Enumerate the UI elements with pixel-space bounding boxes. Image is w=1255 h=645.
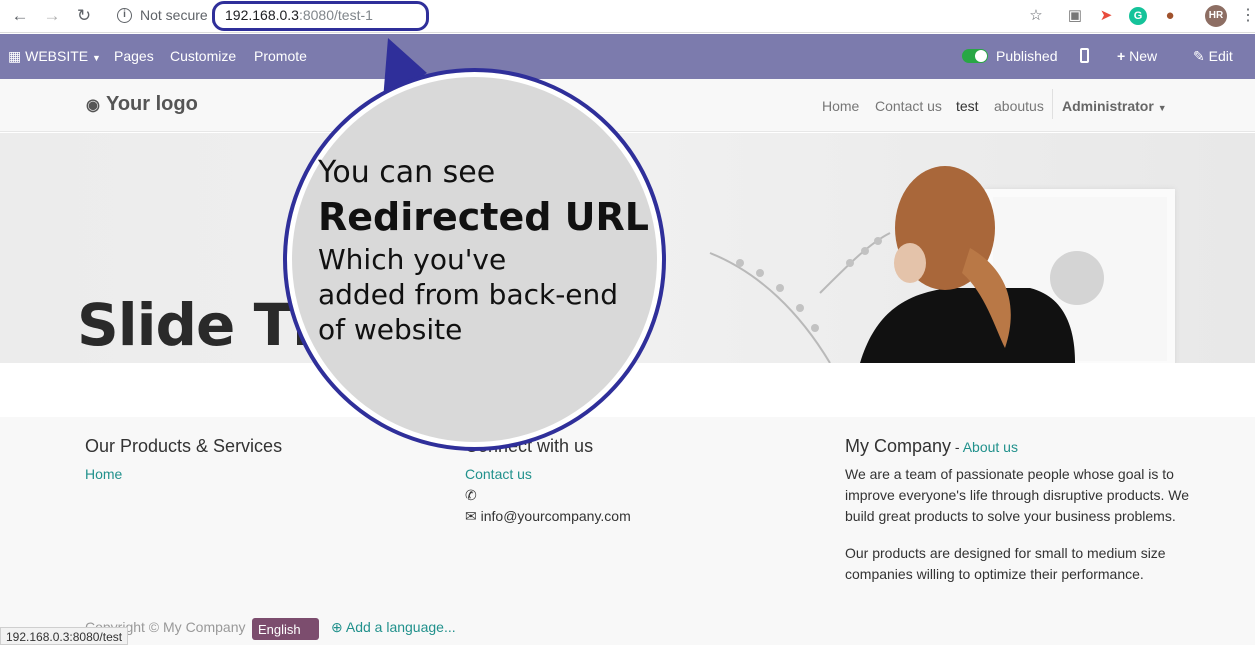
nav-divider [1052, 89, 1053, 119]
incognito-extension-icon[interactable]: ● [1161, 7, 1179, 25]
security-label[interactable]: Not secure [140, 7, 208, 23]
add-language-link[interactable]: ⊕ Add a language... [331, 619, 456, 636]
site-logo[interactable]: ◉ Your logo [86, 93, 198, 116]
envelope-icon: ✉ [465, 508, 477, 524]
website-edit-bar: ▦ WEBSITE ▼ Pages Customize Promote Publ… [0, 34, 1255, 79]
camera-extension-icon[interactable]: ▣ [1066, 7, 1084, 25]
callout-line-4: added from back-end [318, 278, 619, 311]
caret-down-icon: ▼ [92, 53, 101, 63]
plus-circle-icon: ⊕ [331, 619, 343, 635]
user-name: Administrator [1062, 98, 1154, 114]
mobile-preview-icon[interactable] [1080, 48, 1089, 63]
grammarly-icon[interactable]: G [1129, 7, 1147, 25]
back-arrow-icon[interactable]: ← [10, 6, 30, 26]
plus-icon: + [1117, 48, 1126, 64]
callout-text: You can see Redirected URL Which you've … [318, 154, 658, 347]
url-highlight-annotation [212, 1, 429, 31]
woman-face [894, 243, 926, 283]
footer-contact-link[interactable]: Contact us [465, 466, 532, 482]
edit-button[interactable]: ✎ Edit [1193, 48, 1233, 65]
logo-text: Your logo [105, 93, 198, 115]
language-label: English [258, 622, 301, 637]
browser-menu-icon[interactable]: ⋮ [1240, 6, 1255, 26]
language-selector[interactable]: English ▲ [252, 618, 319, 645]
pages-menu[interactable]: Pages [114, 48, 154, 65]
woman-shoulders [860, 288, 1075, 363]
callout-line-1: You can see [318, 155, 496, 190]
bookmark-star-icon[interactable]: ☆ [1027, 7, 1045, 25]
about-paragraph-1: We are a team of passionate people whose… [845, 466, 1190, 524]
new-button[interactable]: + New [1117, 48, 1157, 65]
toggle-knob [975, 50, 987, 62]
website-app-menu[interactable]: ▦ WEBSITE ▼ [8, 48, 101, 67]
published-label: Published [996, 48, 1058, 64]
callout-line-5: of website [318, 313, 463, 346]
products-heading: Our Products & Services [85, 436, 283, 456]
caret-down-icon: ▼ [1157, 103, 1167, 113]
nav-test[interactable]: test [956, 98, 979, 114]
company-sep: - [951, 439, 963, 455]
forward-arrow-icon[interactable]: → [42, 6, 62, 26]
about-us-link[interactable]: About us [963, 439, 1018, 455]
company-title: My Company [845, 436, 952, 456]
user-menu[interactable]: Administrator ▼ [1062, 98, 1167, 114]
email-line[interactable]: ✉ info@yourcompany.com [465, 506, 631, 527]
email-address: info@yourcompany.com [480, 508, 631, 524]
record-extension-icon[interactable]: ➤ [1097, 7, 1115, 25]
new-label: New [1129, 48, 1158, 64]
edit-label: Edit [1208, 48, 1233, 64]
website-app-label: WEBSITE [25, 48, 89, 64]
about-paragraph-2: Our products are designed for small to m… [845, 545, 1166, 582]
callout-line-3: Which you've [318, 243, 507, 276]
hero-photo-art [709, 166, 1075, 363]
add-language-label: Add a language... [345, 619, 456, 635]
info-icon[interactable]: i [117, 8, 132, 23]
profile-avatar[interactable]: HR [1205, 5, 1227, 27]
browser-toolbar: ← → ↻ i Not secure 192.168.0.3:8080/test… [0, 0, 1255, 33]
apps-grid-icon: ▦ [8, 48, 22, 64]
status-bar-url: 192.168.0.3:8080/test [0, 627, 129, 645]
promote-menu[interactable]: Promote [254, 48, 307, 65]
site-header: ◉ Your logo Home Contact us test aboutus … [0, 79, 1255, 132]
callout-line-2: Redirected URL [318, 195, 649, 239]
footer-home-link[interactable]: Home [85, 466, 122, 482]
camera-icon: ◉ [86, 97, 100, 114]
plant-leaves [736, 237, 882, 332]
nav-contact-us[interactable]: Contact us [875, 98, 942, 114]
pencil-icon: ✎ [1193, 48, 1205, 64]
published-toggle[interactable] [962, 49, 988, 63]
phone-icon: ✆ [465, 487, 477, 503]
nav-aboutus[interactable]: aboutus [994, 98, 1044, 114]
reload-icon[interactable]: ↻ [74, 6, 94, 26]
company-heading: My Company - About us [845, 436, 1018, 457]
customize-menu[interactable]: Customize [170, 48, 236, 65]
nav-home[interactable]: Home [822, 98, 859, 114]
